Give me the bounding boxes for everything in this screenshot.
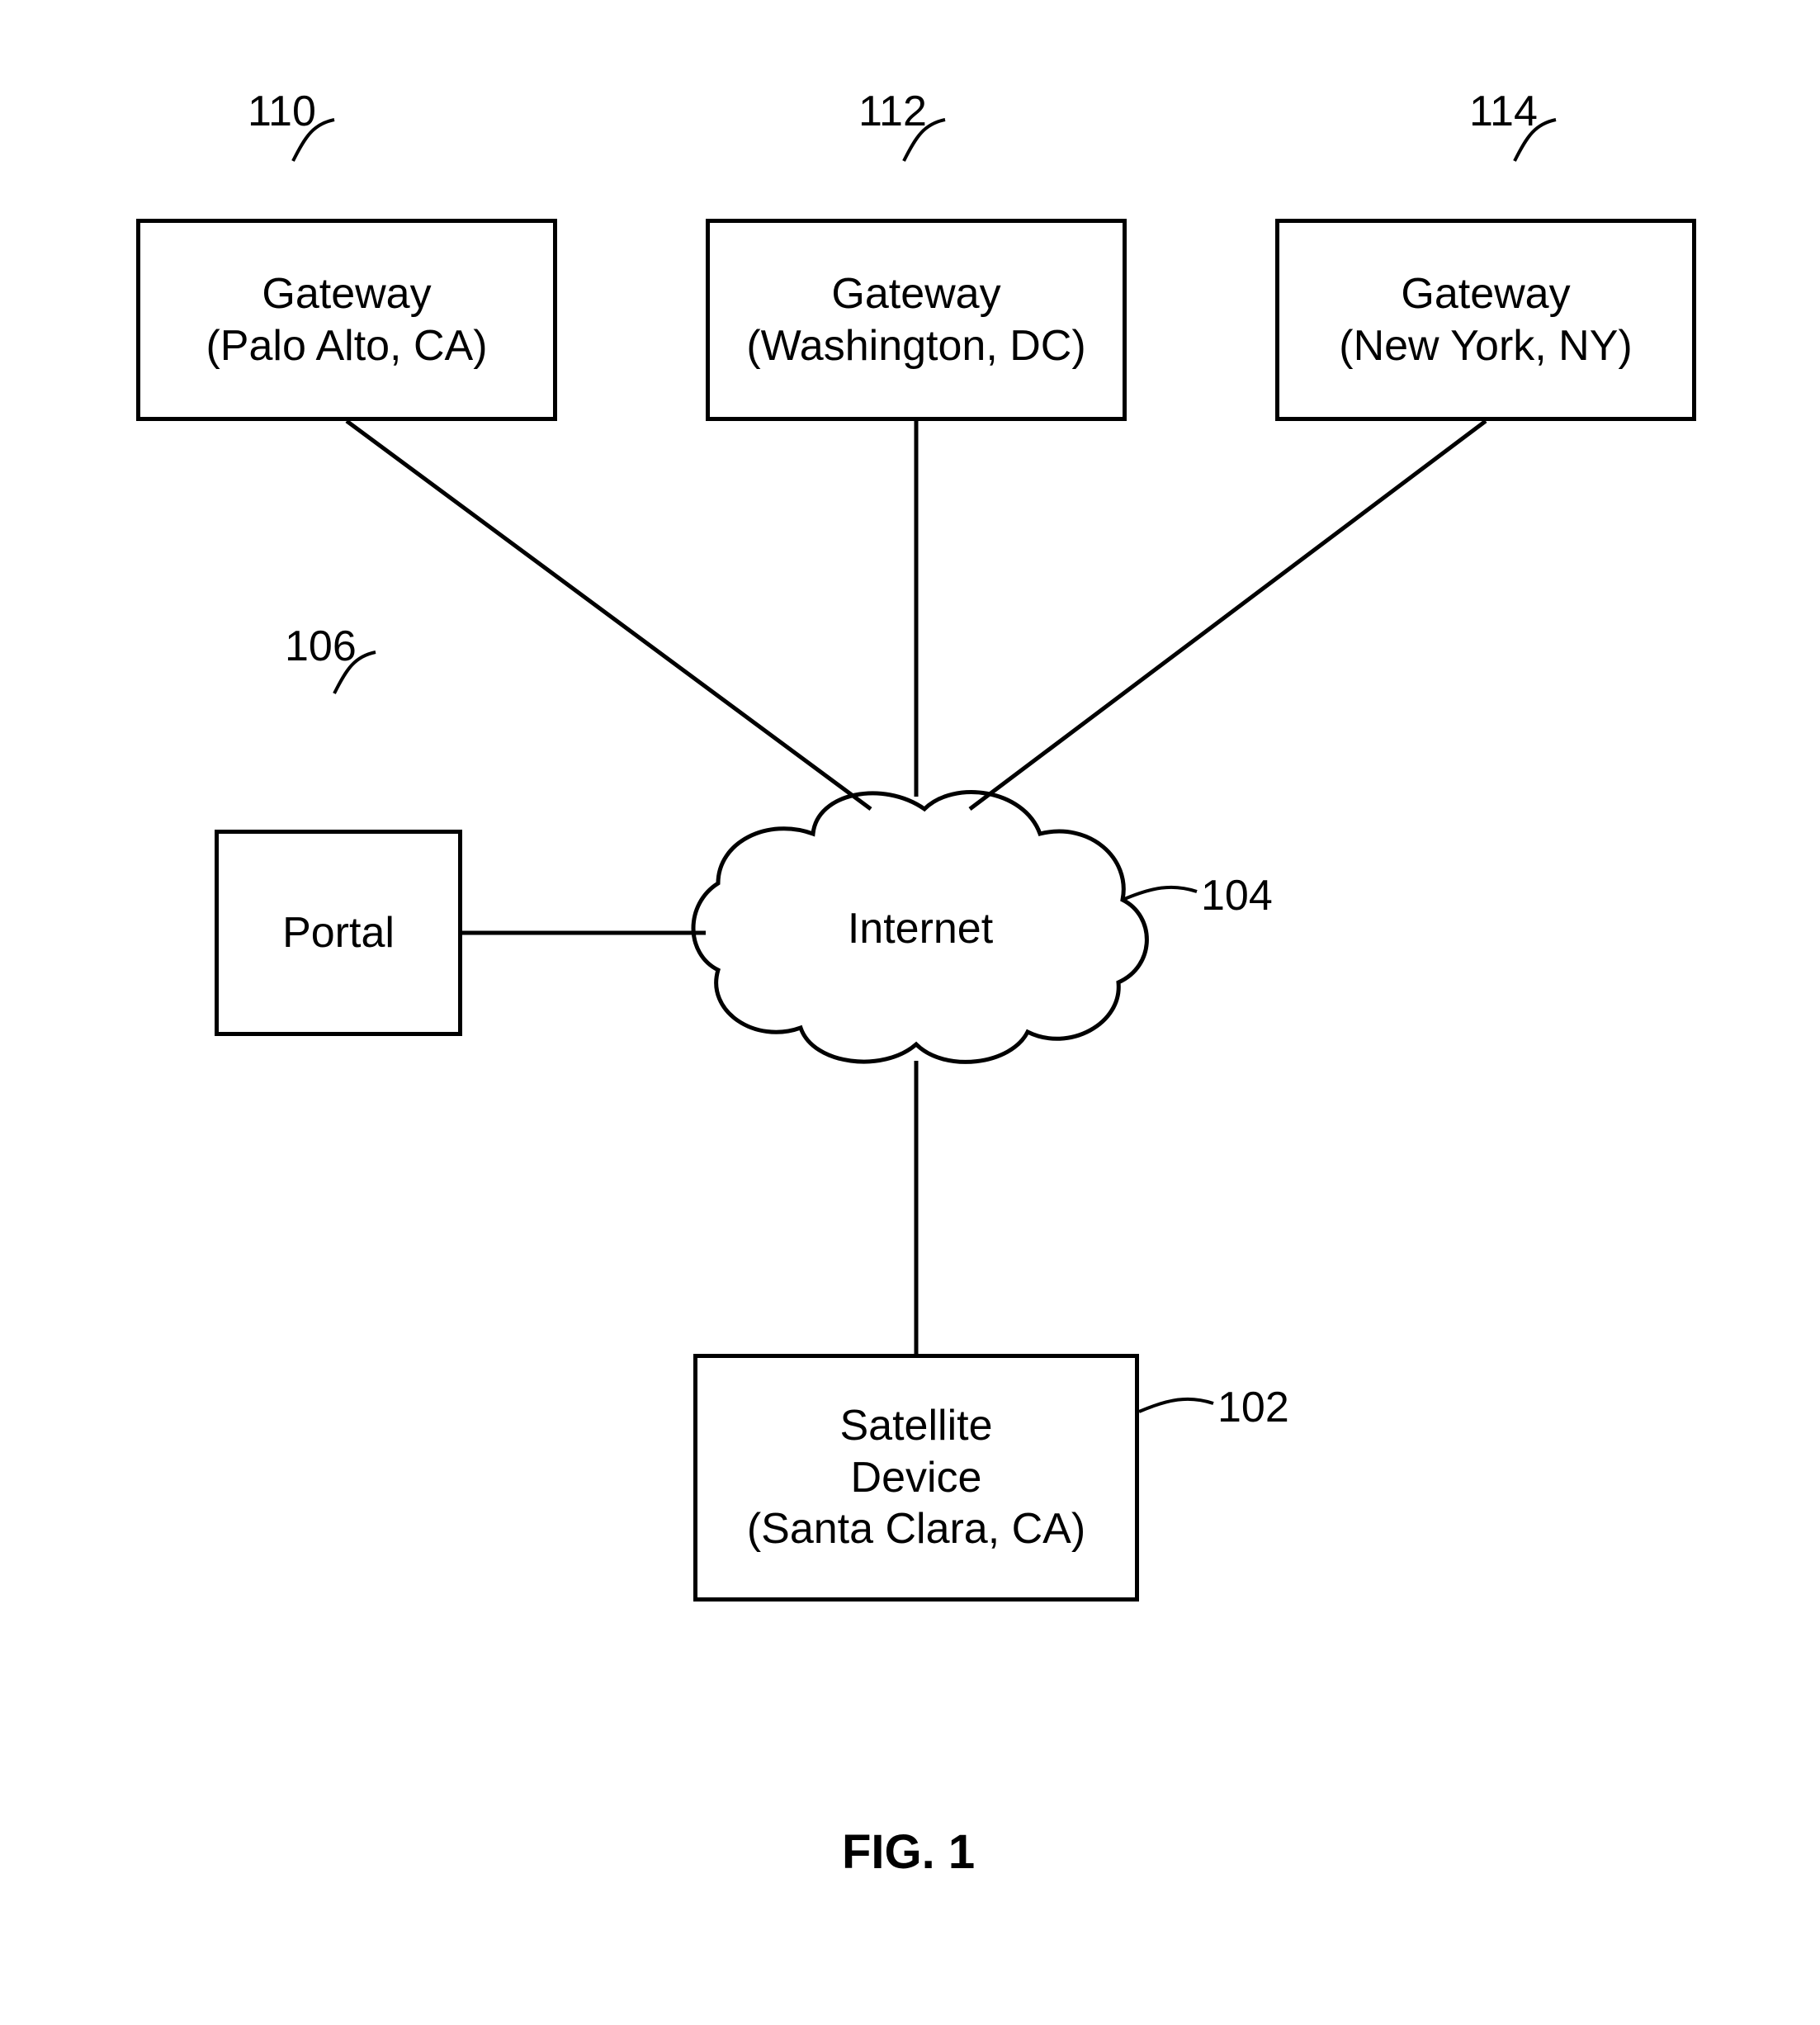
gw2-line2: (Washington, DC)	[746, 320, 1085, 371]
gw1-line2: (Palo Alto, CA)	[206, 320, 487, 371]
gw1-line1: Gateway	[262, 268, 431, 319]
ref-114: 114	[1469, 87, 1538, 136]
node-portal: Portal	[215, 830, 462, 1036]
gw3-line1: Gateway	[1401, 268, 1570, 319]
ref-112: 112	[858, 87, 927, 136]
diagram-canvas: Gateway (Palo Alto, CA) 110 Gateway (Was…	[0, 0, 1820, 2025]
gw2-line1: Gateway	[831, 268, 1000, 319]
node-gateway-newyork: Gateway (New York, NY)	[1275, 219, 1696, 421]
node-gateway-paloalto: Gateway (Palo Alto, CA)	[136, 219, 557, 421]
portal-label: Portal	[282, 907, 395, 958]
sat-line1: Satellite	[840, 1400, 993, 1451]
ref-104: 104	[1201, 871, 1273, 920]
ref-102: 102	[1217, 1383, 1289, 1432]
ref-110: 110	[248, 87, 316, 136]
node-gateway-washington: Gateway (Washington, DC)	[706, 219, 1127, 421]
gw3-line2: (New York, NY)	[1339, 320, 1632, 371]
sat-line2: Device	[851, 1452, 982, 1503]
ref-106: 106	[285, 622, 357, 671]
sat-line3: (Santa Clara, CA)	[747, 1503, 1085, 1554]
cloud-label: Internet	[846, 904, 995, 953]
figure-caption: FIG. 1	[842, 1824, 975, 1880]
node-satellite-device: Satellite Device (Santa Clara, CA)	[693, 1354, 1139, 1602]
